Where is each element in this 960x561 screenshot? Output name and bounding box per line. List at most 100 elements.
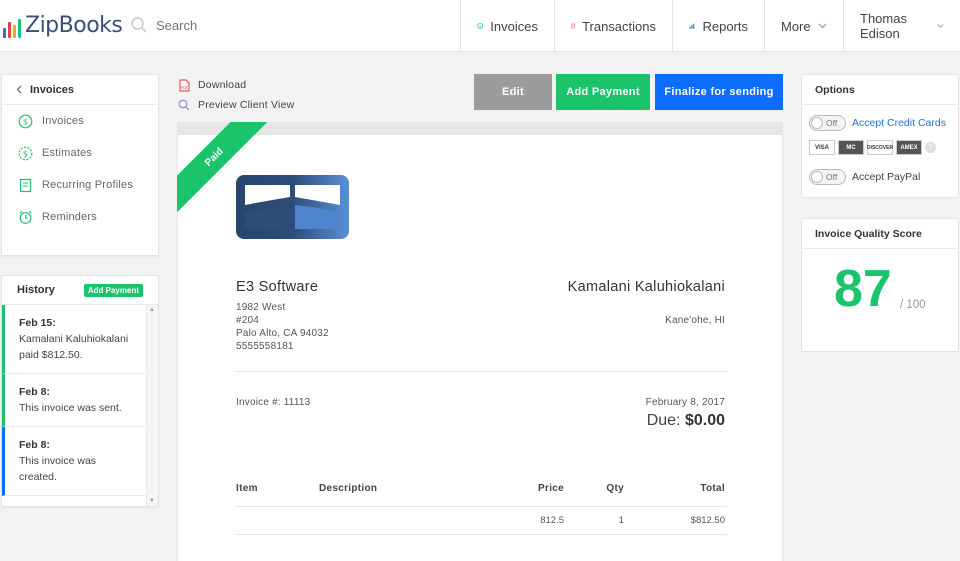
company-address-line1: 1982 West bbox=[236, 302, 286, 313]
search-box[interactable] bbox=[130, 16, 306, 34]
options-title: Options bbox=[802, 75, 958, 105]
dollar-circle-icon: $ bbox=[18, 146, 33, 160]
scroll-up-arrow-icon[interactable]: ▲ bbox=[149, 307, 155, 313]
client-city: Kane'ohe, HI bbox=[665, 315, 725, 326]
sidebar-item-label: Reminders bbox=[42, 211, 97, 223]
sidebar-item-label: Estimates bbox=[42, 147, 93, 159]
history-entry: Feb 8: This invoice was created. bbox=[2, 427, 147, 496]
history-entry-text: This invoice was created. bbox=[19, 455, 97, 483]
accept-paypal-label: Accept PayPal bbox=[852, 171, 921, 183]
line-qty: 1 bbox=[618, 515, 624, 526]
history-title: History bbox=[17, 284, 55, 296]
user-name: Thomas Edison bbox=[860, 11, 907, 41]
sidebar-back-label: Invoices bbox=[30, 83, 75, 96]
history-add-payment-button[interactable]: Add Payment bbox=[83, 283, 143, 297]
add-payment-button[interactable]: Add Payment bbox=[556, 74, 650, 110]
invoice-sheet: E3 Software 1982 West #204 Palo Alto, CA… bbox=[177, 135, 783, 561]
history-entry: Feb 15: Kamalani Kaluhiokalani paid $812… bbox=[2, 305, 147, 374]
client-name: Kamalani Kaluhiokalani bbox=[567, 279, 725, 295]
search-icon bbox=[178, 99, 190, 111]
paypal-toggle[interactable]: Off bbox=[809, 169, 846, 185]
top-bar: ZipBooks $ Invoices Transactions bbox=[0, 0, 960, 52]
company-city: Palo Alto, CA 94032 bbox=[236, 328, 329, 339]
pdf-icon: PDF bbox=[179, 79, 190, 91]
document-icon bbox=[19, 178, 32, 192]
invoice-date: February 8, 2017 bbox=[645, 397, 725, 408]
invoice-due: Due: $0.00 bbox=[647, 412, 725, 430]
nav-invoices[interactable]: $ Invoices bbox=[460, 0, 554, 52]
options-panel: Options Off Accept Credit Cards VISA MC … bbox=[801, 74, 959, 198]
nav-more[interactable]: More bbox=[764, 0, 843, 52]
sidebar-item-invoices[interactable]: $ Invoices bbox=[2, 105, 158, 137]
sidebar-item-estimates[interactable]: $ Estimates bbox=[2, 137, 158, 169]
preview-client-view-link[interactable]: Preview Client View bbox=[178, 95, 294, 115]
nav-reports[interactable]: Reports bbox=[672, 0, 764, 52]
nav-invoices-label: Invoices bbox=[490, 18, 538, 34]
invoice-sheet-header-strip bbox=[177, 122, 783, 135]
history-entry-date: Feb 8: bbox=[19, 439, 50, 451]
bar-chart-icon bbox=[689, 23, 695, 29]
download-link[interactable]: PDF Download bbox=[178, 75, 294, 95]
quality-score-max: / 100 bbox=[900, 299, 926, 311]
zipbooks-logo[interactable]: ZipBooks bbox=[3, 13, 123, 38]
history-entry: Feb 8: This invoice was sent. bbox=[2, 374, 147, 427]
column-header-item: Item bbox=[236, 483, 258, 494]
column-header-price: Price bbox=[538, 483, 564, 494]
download-label: Download bbox=[198, 79, 247, 91]
history-entry-text: Kamalani Kaluhiokalani paid $812.50. bbox=[19, 333, 129, 361]
column-header-qty: Qty bbox=[606, 483, 624, 494]
credit-card-toggle[interactable]: Off bbox=[809, 115, 846, 131]
credit-card-option: Off Accept Credit Cards bbox=[809, 115, 946, 131]
due-label: Due: bbox=[646, 412, 681, 429]
dollar-circle-icon: $ bbox=[18, 114, 33, 128]
svg-text:PDF: PDF bbox=[181, 86, 188, 90]
toggle-state: Off bbox=[826, 118, 838, 128]
nav-transactions[interactable]: Transactions bbox=[554, 0, 672, 52]
sidebar-item-label: Invoices bbox=[42, 115, 84, 127]
history-entry-text: This invoice was sent. bbox=[19, 402, 122, 414]
card-brand-logos: VISA MC DISCOVER AMEX ? bbox=[809, 140, 936, 155]
svg-text:$: $ bbox=[23, 149, 28, 158]
quality-score-value: 87 bbox=[834, 260, 892, 318]
divider bbox=[236, 506, 727, 507]
column-header-description: Description bbox=[319, 483, 378, 494]
svg-text:$: $ bbox=[479, 24, 481, 28]
toggle-knob bbox=[811, 117, 823, 129]
invoice-number: Invoice #: 11113 bbox=[236, 397, 311, 408]
toggle-state: Off bbox=[826, 172, 838, 182]
due-amount: $0.00 bbox=[684, 412, 725, 429]
history-list: Feb 15: Kamalani Kaluhiokalani paid $812… bbox=[2, 305, 147, 506]
nav-user-menu[interactable]: Thomas Edison bbox=[843, 0, 960, 52]
svg-text:$: $ bbox=[23, 117, 28, 126]
sidebar-nav: Invoices $ Invoices $ Estimates Recurrin… bbox=[1, 74, 159, 256]
chevron-left-icon bbox=[16, 85, 22, 94]
help-icon[interactable]: ? bbox=[925, 142, 936, 153]
logo-bars-icon bbox=[3, 18, 21, 38]
sidebar-back-link[interactable]: Invoices bbox=[2, 75, 158, 105]
line-total: $812.50 bbox=[690, 515, 725, 526]
column-header-total: Total bbox=[700, 483, 725, 494]
mastercard-icon: MC bbox=[838, 140, 864, 155]
search-input[interactable] bbox=[156, 17, 306, 33]
visa-icon: VISA bbox=[809, 140, 835, 155]
company-phone: 5555558181 bbox=[236, 341, 294, 352]
history-header: History Add Payment bbox=[2, 276, 158, 305]
chevron-down-icon bbox=[818, 23, 827, 29]
finalize-for-sending-button[interactable]: Finalize for sending bbox=[655, 74, 783, 110]
dollar-circle-icon: $ bbox=[477, 23, 484, 29]
scroll-down-arrow-icon[interactable]: ▼ bbox=[149, 498, 155, 504]
company-name: E3 Software bbox=[236, 279, 319, 295]
sidebar-item-recurring-profiles[interactable]: Recurring Profiles bbox=[2, 169, 158, 201]
paid-ribbon: Paid bbox=[177, 122, 267, 212]
sidebar-item-reminders[interactable]: Reminders bbox=[2, 201, 158, 233]
history-scrollbar[interactable]: ▲ ▼ bbox=[146, 305, 158, 506]
accept-credit-cards-link[interactable]: Accept Credit Cards bbox=[852, 117, 946, 129]
logo-text: ZipBooks bbox=[25, 13, 123, 38]
amex-icon: AMEX bbox=[896, 140, 922, 155]
divider bbox=[236, 371, 727, 372]
divider bbox=[236, 534, 727, 535]
edit-button[interactable]: Edit bbox=[474, 74, 552, 110]
line-price: 812.5 bbox=[540, 515, 564, 526]
quality-score-panel: Invoice Quality Score 87 / 100 bbox=[801, 218, 959, 352]
quality-score-title: Invoice Quality Score bbox=[802, 219, 958, 249]
